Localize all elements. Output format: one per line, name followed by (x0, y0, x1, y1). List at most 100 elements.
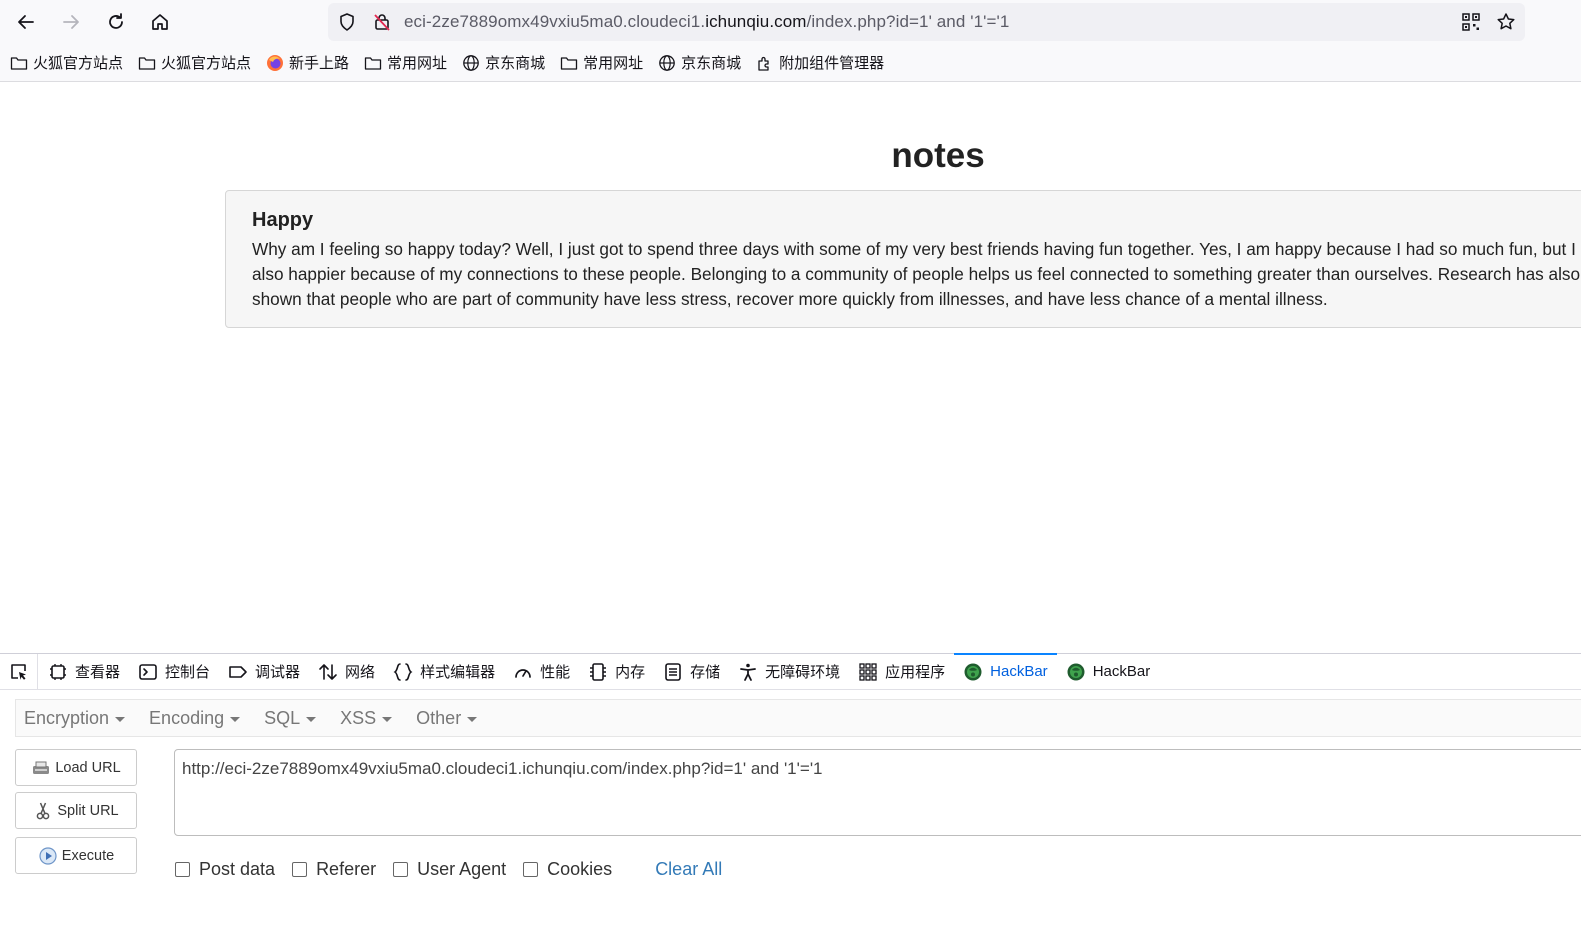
folder-icon (364, 54, 382, 72)
devtools-tab-内存[interactable]: 内存 (579, 654, 654, 689)
devtools-tabbar: 查看器 控制台 调试器 网络 样式编辑器 性能 内存 存储 无障碍环境 应用程序 HackBar Ha… (0, 653, 1581, 690)
folder-icon (10, 54, 28, 72)
bookmark-label: 附加组件管理器 (779, 55, 885, 72)
note-title: Happy (252, 209, 314, 231)
option-referer[interactable]: Referer (292, 859, 376, 880)
scissors-icon (33, 801, 53, 821)
hackbar-menu-encoding[interactable]: Encoding (149, 708, 241, 729)
bookmark-item[interactable]: 新手上路 (266, 52, 349, 73)
network-icon (318, 662, 338, 682)
inspector-icon (48, 662, 68, 682)
console-icon (138, 662, 158, 682)
devtools-tab-label: 无障碍环境 (765, 664, 841, 681)
caret-down-icon (306, 716, 317, 722)
split-url-label: Split URL (57, 802, 119, 819)
load-url-button[interactable]: Load URL (15, 749, 137, 786)
checkbox[interactable] (523, 861, 539, 877)
bookmark-label: 新手上路 (289, 55, 350, 72)
reload-button[interactable] (100, 6, 132, 38)
option-post-data[interactable]: Post data (175, 859, 275, 880)
bookmark-item[interactable]: 常用网址 (560, 52, 643, 73)
caret-down-icon (115, 716, 126, 722)
hackbar-menu-other[interactable]: Other (416, 707, 478, 729)
forward-button[interactable] (55, 6, 87, 38)
url-text[interactable]: eci-2ze7889omx49vxiu5ma0.cloudeci1.ichun… (404, 12, 1009, 32)
element-picker-button[interactable] (0, 654, 38, 689)
bookmark-label: 火狐官方站点 (161, 55, 252, 72)
bookmark-label: 京东商城 (681, 55, 742, 72)
folder-icon (560, 54, 578, 72)
devtools-tab-样式编辑器[interactable]: 样式编辑器 (384, 654, 504, 689)
insecure-lock-icon[interactable] (372, 12, 392, 32)
devtools-tab-label: 应用程序 (885, 664, 946, 681)
bookmark-item[interactable]: 京东商城 (462, 52, 545, 73)
devtools-panel: 查看器 控制台 调试器 网络 样式编辑器 性能 内存 存储 无障碍环境 应用程序 HackBar Ha… (0, 653, 1581, 933)
bookmark-item[interactable]: 附加组件管理器 (756, 52, 884, 73)
bookmark-label: 京东商城 (485, 55, 546, 72)
note-text-line: Why am I feeling so happy today? Well, I… (252, 239, 1581, 259)
note-text-line: also happier because of my connections t… (252, 264, 1581, 284)
style-editor-icon (393, 662, 413, 682)
execute-button[interactable]: Execute (15, 837, 137, 874)
clear-all-link[interactable]: Clear All (655, 859, 722, 880)
firefox-icon (266, 54, 284, 72)
hackbar-menu-sql[interactable]: SQL (264, 708, 317, 729)
devtools-tab-性能[interactable]: 性能 (504, 654, 579, 689)
bookmark-item[interactable]: 火狐官方站点 (10, 52, 123, 73)
split-url-button[interactable]: Split URL (15, 792, 137, 829)
home-button[interactable] (144, 6, 176, 38)
bookmark-item[interactable]: 火狐官方站点 (138, 52, 251, 73)
performance-icon (513, 662, 533, 682)
hackbar-icon (963, 662, 983, 682)
note-text-line: shown that people who are part of commun… (252, 289, 1328, 309)
devtools-tab-hackbar[interactable]: HackBar (954, 653, 1057, 689)
hackbar-menu-encryption[interactable]: Encryption (24, 708, 126, 729)
bookmarks-toolbar: 火狐官方站点 火狐官方站点 新手上路 常用网址 京东商城 常用网址 京东商城 附加组件管理器 (0, 44, 1581, 82)
hackbar-menu-label: Other (416, 707, 462, 728)
devtools-tab-网络[interactable]: 网络 (309, 654, 384, 689)
devtools-tab-存储[interactable]: 存储 (654, 654, 729, 689)
globe-icon (658, 54, 676, 72)
hackbar-menu-label: XSS (340, 707, 377, 728)
bookmark-item[interactable]: 京东商城 (658, 52, 741, 73)
arrow-right-icon (63, 15, 79, 29)
devtools-tab-控制台[interactable]: 控制台 (129, 654, 219, 689)
hackbar-options: Post data Referer User Agent Cookies Clear A… (175, 857, 722, 881)
caret-down-icon (467, 716, 478, 722)
option-label: Cookies (547, 858, 613, 879)
devtools-tab-label: 网络 (345, 664, 376, 681)
bookmark-item[interactable]: 常用网址 (364, 52, 447, 73)
folder-icon (138, 54, 156, 72)
checkbox[interactable] (175, 861, 190, 877)
note-card: Happy Why am I feeling so happy today? W… (225, 190, 1581, 328)
storage-icon (663, 662, 683, 682)
execute-label: Execute (61, 847, 115, 864)
checkbox[interactable] (393, 861, 409, 877)
address-bar[interactable]: eci-2ze7889omx49vxiu5ma0.cloudeci1.ichun… (328, 3, 1525, 41)
hackbar-url-input[interactable]: http://eci-2ze7889omx49vxiu5ma0.cloudeci… (174, 749, 1581, 836)
devtools-tab-label: 控制台 (165, 664, 211, 681)
url-prefix: eci-2ze7889omx49vxiu5ma0.cloudeci1. (404, 12, 706, 31)
qr-code-icon[interactable] (1461, 12, 1481, 32)
hackbar-menu: Encryption Encoding SQL XSS Other (15, 699, 1581, 737)
back-button[interactable] (10, 6, 42, 38)
devtools-tab-label: 查看器 (75, 664, 121, 681)
checkbox[interactable] (292, 861, 308, 877)
hackbar-icon (1066, 662, 1086, 682)
devtools-tab-调试器[interactable]: 调试器 (219, 654, 309, 689)
arrow-left-icon (18, 15, 34, 29)
option-user-agent[interactable]: User Agent (393, 859, 506, 880)
load-url-icon (31, 758, 51, 778)
devtools-tab-查看器[interactable]: 查看器 (38, 654, 129, 689)
devtools-tab-label: 内存 (615, 664, 646, 681)
shield-icon[interactable] (337, 12, 357, 32)
bookmark-star-icon[interactable] (1496, 12, 1516, 32)
hackbar-menu-xss[interactable]: XSS (340, 707, 393, 729)
devtools-tab-label: 存储 (690, 664, 721, 681)
devtools-tab-label: HackBar (1092, 663, 1151, 680)
option-cookies[interactable]: Cookies (523, 859, 612, 880)
url-suffix: /index.php?id=1' and '1'='1 (806, 12, 1010, 31)
devtools-tab-hackbar[interactable]: HackBar (1057, 654, 1160, 689)
devtools-tab-无障碍环境[interactable]: 无障碍环境 (729, 654, 849, 689)
devtools-tab-应用程序[interactable]: 应用程序 (849, 654, 954, 689)
